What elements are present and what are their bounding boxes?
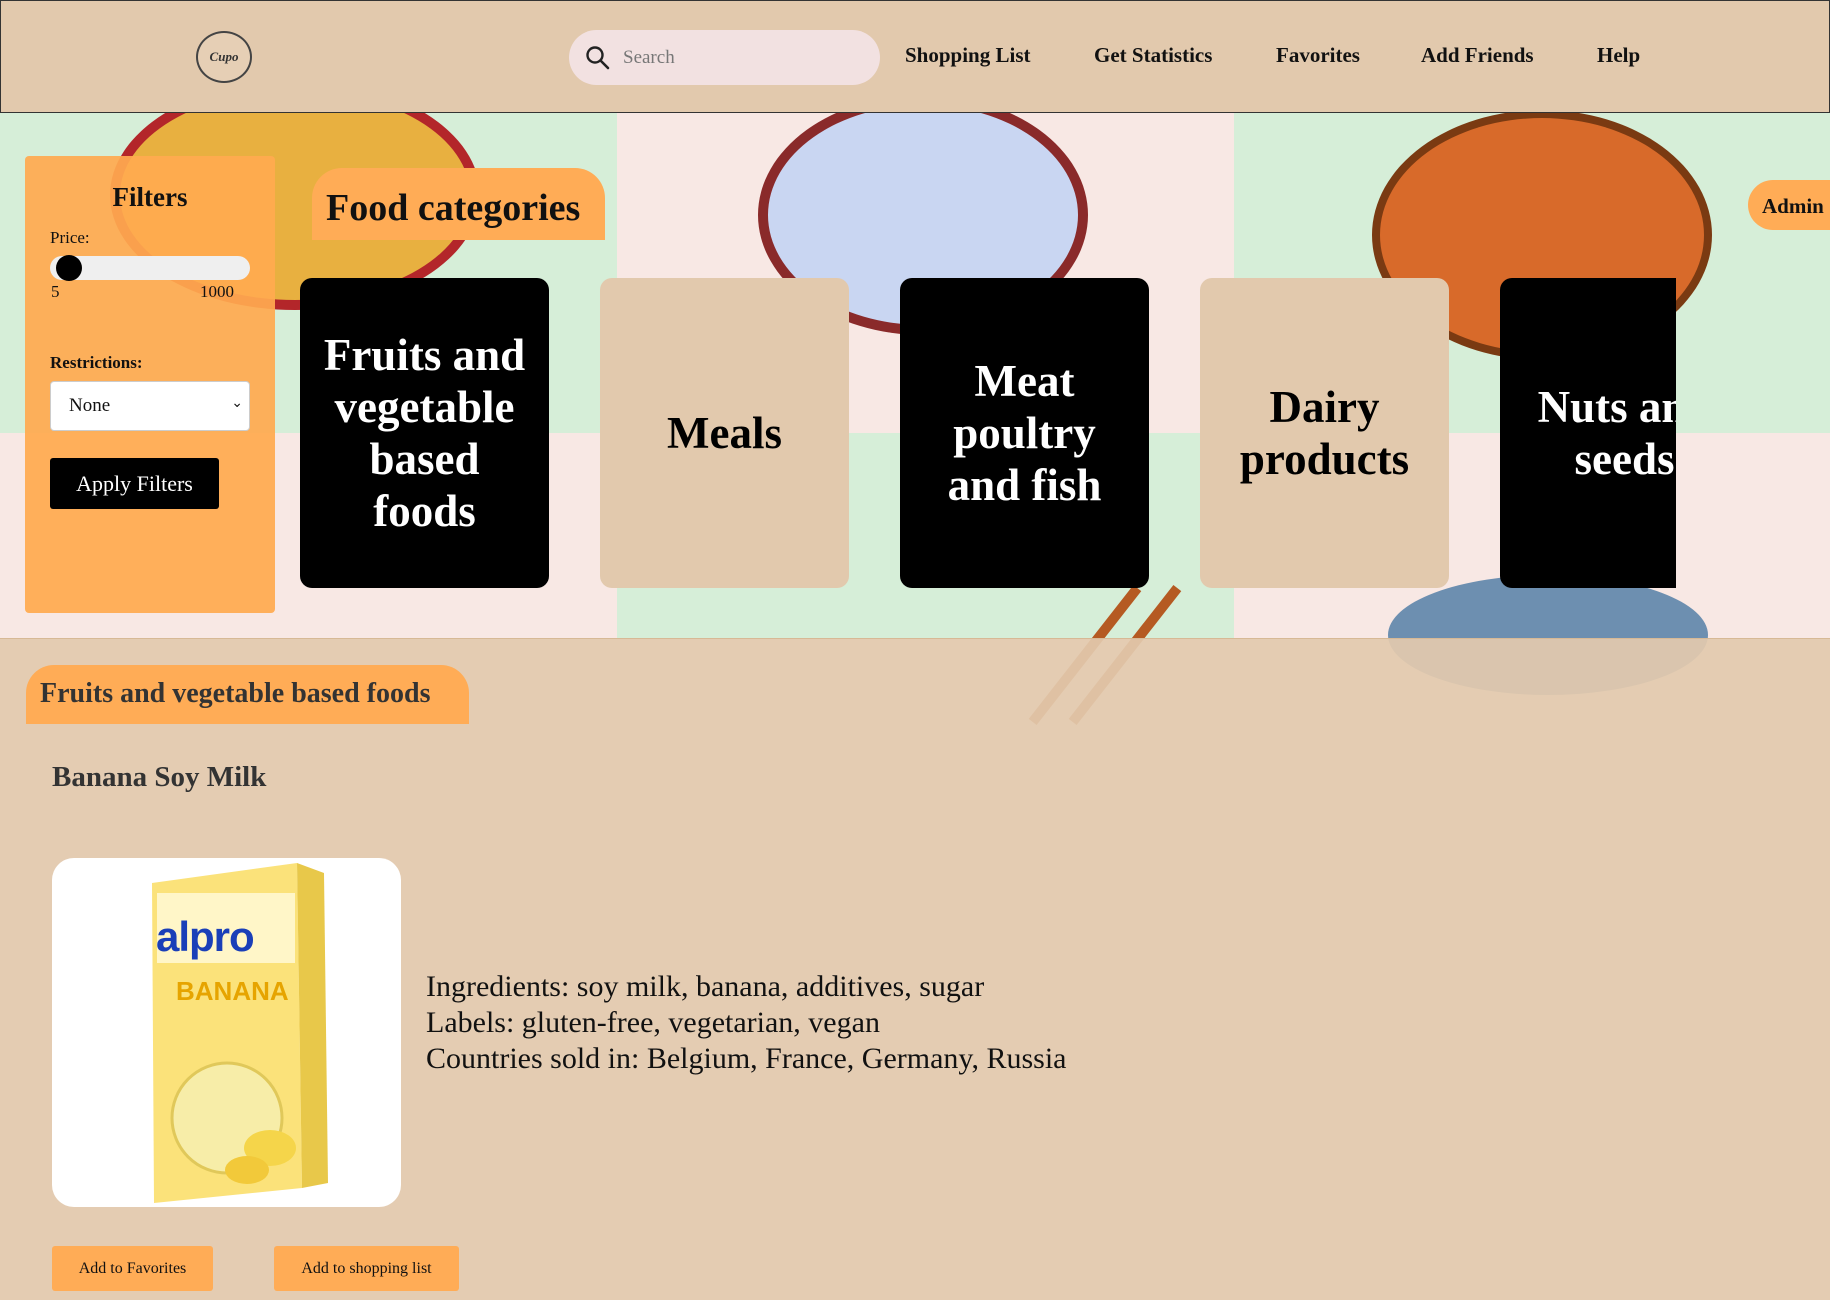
price-slider[interactable]: [50, 255, 250, 281]
chevron-down-icon: ⌄: [231, 396, 243, 411]
apply-filters-button[interactable]: Apply Filters: [50, 458, 219, 509]
nav-help[interactable]: Help: [1597, 43, 1640, 68]
nav-shopping-list[interactable]: Shopping List: [905, 43, 1031, 68]
product-ingredients: Ingredients: soy milk, banana, additives…: [426, 970, 985, 1003]
product-name: Banana Soy Milk: [52, 761, 267, 793]
nav-get-statistics[interactable]: Get Statistics: [1094, 43, 1212, 68]
filters-panel: Filters Price: 5 1000 Restrictions: None…: [25, 156, 275, 613]
product-brand-text: alpro: [156, 913, 255, 960]
price-min-value: 5: [51, 282, 60, 301]
product-labels: Labels: gluten-free, vegetarian, vegan: [426, 1006, 880, 1039]
category-card-label: Meat poultry and fish: [947, 356, 1102, 510]
product-details: Ingredients: soy milk, banana, additives…: [426, 969, 1066, 1077]
nav-add-friends[interactable]: Add Friends: [1421, 43, 1534, 68]
category-card-label: Fruits and vegetable based foods: [323, 330, 526, 536]
category-carousel[interactable]: Fruits and vegetable based foods Meals M…: [300, 278, 1676, 588]
category-card-meals[interactable]: Meals: [600, 278, 849, 588]
nav-favorites[interactable]: Favorites: [1276, 43, 1360, 68]
filters-title: Filters: [112, 182, 188, 212]
search-input[interactable]: [623, 46, 853, 69]
product-section: Fruits and vegetable based foods Banana …: [0, 638, 1830, 1300]
product-countries: Countries sold in: Belgium, France, Germ…: [426, 1042, 1067, 1075]
search-icon: [586, 45, 610, 69]
product-flavor-text: BANANA: [176, 976, 289, 1006]
category-card-dairy[interactable]: Dairy products: [1200, 278, 1449, 588]
restrictions-select[interactable]: None ⌄: [50, 381, 250, 431]
price-label: Price:: [50, 228, 90, 247]
soy-milk-carton-image: [152, 863, 328, 1203]
food-categories-title: Food categories: [312, 168, 605, 240]
admin-tab[interactable]: Admin: [1748, 180, 1830, 230]
category-card-meat-poultry-fish[interactable]: Meat poultry and fish: [900, 278, 1149, 588]
category-card-fruits-vegetables[interactable]: Fruits and vegetable based foods: [300, 278, 549, 588]
site-logo[interactable]: Cupo: [196, 31, 252, 83]
section-title: Fruits and vegetable based foods: [26, 665, 469, 724]
category-card-nuts-seeds[interactable]: Nuts and seeds: [1500, 278, 1676, 588]
price-max-value: 1000: [200, 282, 234, 301]
category-card-label: Nuts and seeds: [1537, 382, 1676, 484]
add-to-favorites-button[interactable]: Add to Favorites: [52, 1246, 213, 1291]
search-bar[interactable]: [569, 30, 880, 85]
product-image: alpro BANANA: [52, 858, 401, 1207]
add-to-shopping-list-button[interactable]: Add to shopping list: [274, 1246, 459, 1291]
restrictions-selected-value: None: [69, 395, 111, 416]
price-slider-thumb[interactable]: [56, 255, 82, 281]
top-navbar: Cupo Shopping List Get Statistics Favori…: [0, 0, 1830, 113]
category-card-label: Dairy products: [1239, 382, 1410, 484]
restrictions-label: Restrictions:: [50, 353, 143, 372]
category-card-label: Meals: [667, 408, 782, 458]
logo-text: Cupo: [209, 49, 239, 64]
